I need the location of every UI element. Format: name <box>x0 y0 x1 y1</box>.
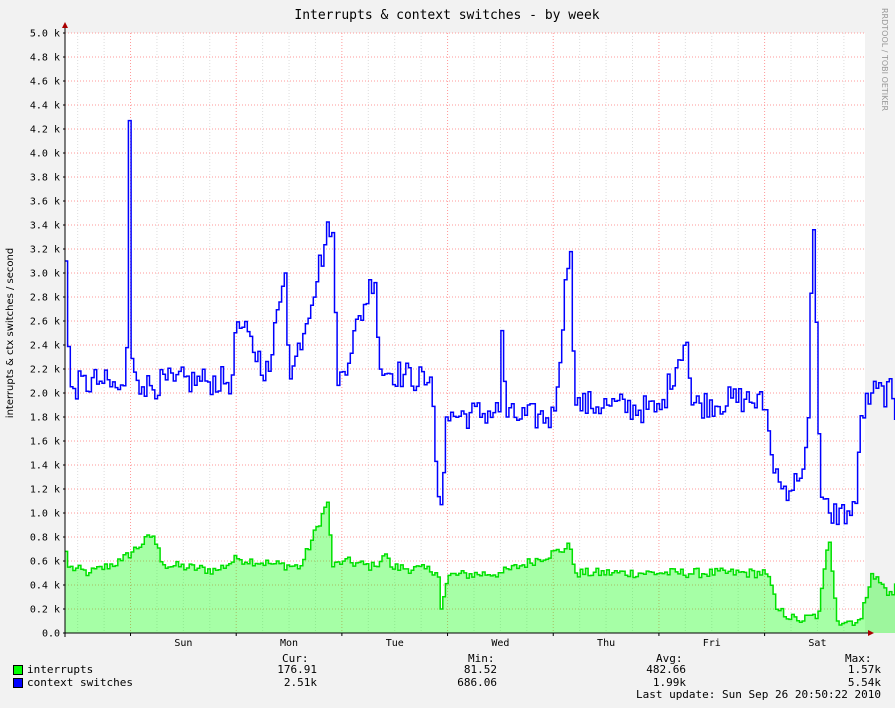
plot-background <box>65 33 865 633</box>
y-tick-label: 4.6 k <box>30 77 60 88</box>
x-tick-label: Tue <box>386 638 404 649</box>
y-tick-label: 3.0 k <box>30 269 60 280</box>
legend-min-context-switches: 686.06 <box>457 676 497 689</box>
y-tick-label: 3.8 k <box>30 173 60 184</box>
x-tick-label: Wed <box>491 638 509 649</box>
y-tick-label: 2.8 k <box>30 293 60 304</box>
legend-min-interrupts: 81.52 <box>463 663 497 676</box>
x-tick-label: Sun <box>174 638 192 649</box>
last-update: Last update: Sun Sep 26 20:50:22 2010 <box>635 688 881 701</box>
y-tick-label: 2.6 k <box>30 317 60 328</box>
y-tick-label: 2.4 k <box>30 341 60 352</box>
y-tick-label: 4.4 k <box>30 101 60 112</box>
y-tick-label: 4.2 k <box>30 125 60 136</box>
y-tick-label: 1.2 k <box>30 485 60 496</box>
y-tick-label: 1.0 k <box>30 509 60 520</box>
legend-cur-interrupts: 176.91 <box>277 663 317 676</box>
y-tick-label: 3.4 k <box>30 221 60 232</box>
legend-swatch-context-switches <box>13 678 23 688</box>
x-tick-label: Mon <box>280 638 298 649</box>
chart-title: Interrupts & context switches - by week <box>294 8 599 23</box>
legend-label-interrupts: interrupts <box>27 663 94 676</box>
y-tick-label: 4.0 k <box>30 149 60 160</box>
y-tick-label: 2.0 k <box>30 389 60 400</box>
y-tick-label: 3.2 k <box>30 245 60 256</box>
y-tick-label: 4.8 k <box>30 53 60 64</box>
y-tick-label: 0.6 k <box>30 557 60 568</box>
y-tick-label: 0.0 <box>42 629 60 640</box>
y-tick-label: 0.4 k <box>30 581 60 592</box>
y-tick-label: 2.2 k <box>30 365 60 376</box>
legend-swatch-interrupts <box>13 665 23 675</box>
watermark: RRDTOOL / TOBI OETIKER <box>880 8 889 111</box>
x-tick-label: Thu <box>597 638 615 649</box>
legend-max-interrupts: 1.57k <box>847 663 881 676</box>
y-tick-label: 0.8 k <box>30 533 60 544</box>
y-tick-label: 1.6 k <box>30 437 60 448</box>
legend-avg-interrupts: 482.66 <box>646 663 686 676</box>
y-axis-label: interrupts & ctx switches / second <box>5 248 16 418</box>
y-tick-label: 5.0 k <box>30 29 60 40</box>
legend-cur-context-switches: 2.51k <box>283 676 317 689</box>
y-axis-arrow <box>62 22 68 28</box>
x-tick-label: Fri <box>703 638 721 649</box>
x-tick-label: Sat <box>808 638 826 649</box>
chart: 0.0 0.2 k 0.4 k 0.6 k 0.8 k 1.0 k 1.2 k 1.4 k 1.… <box>5 8 895 649</box>
y-tick-label: 1.4 k <box>30 461 60 472</box>
y-tick-label: 1.8 k <box>30 413 60 424</box>
legend-label-context-switches: context switches <box>27 676 133 689</box>
y-tick-label: 0.2 k <box>30 605 60 616</box>
y-tick-label: 3.6 k <box>30 197 60 208</box>
